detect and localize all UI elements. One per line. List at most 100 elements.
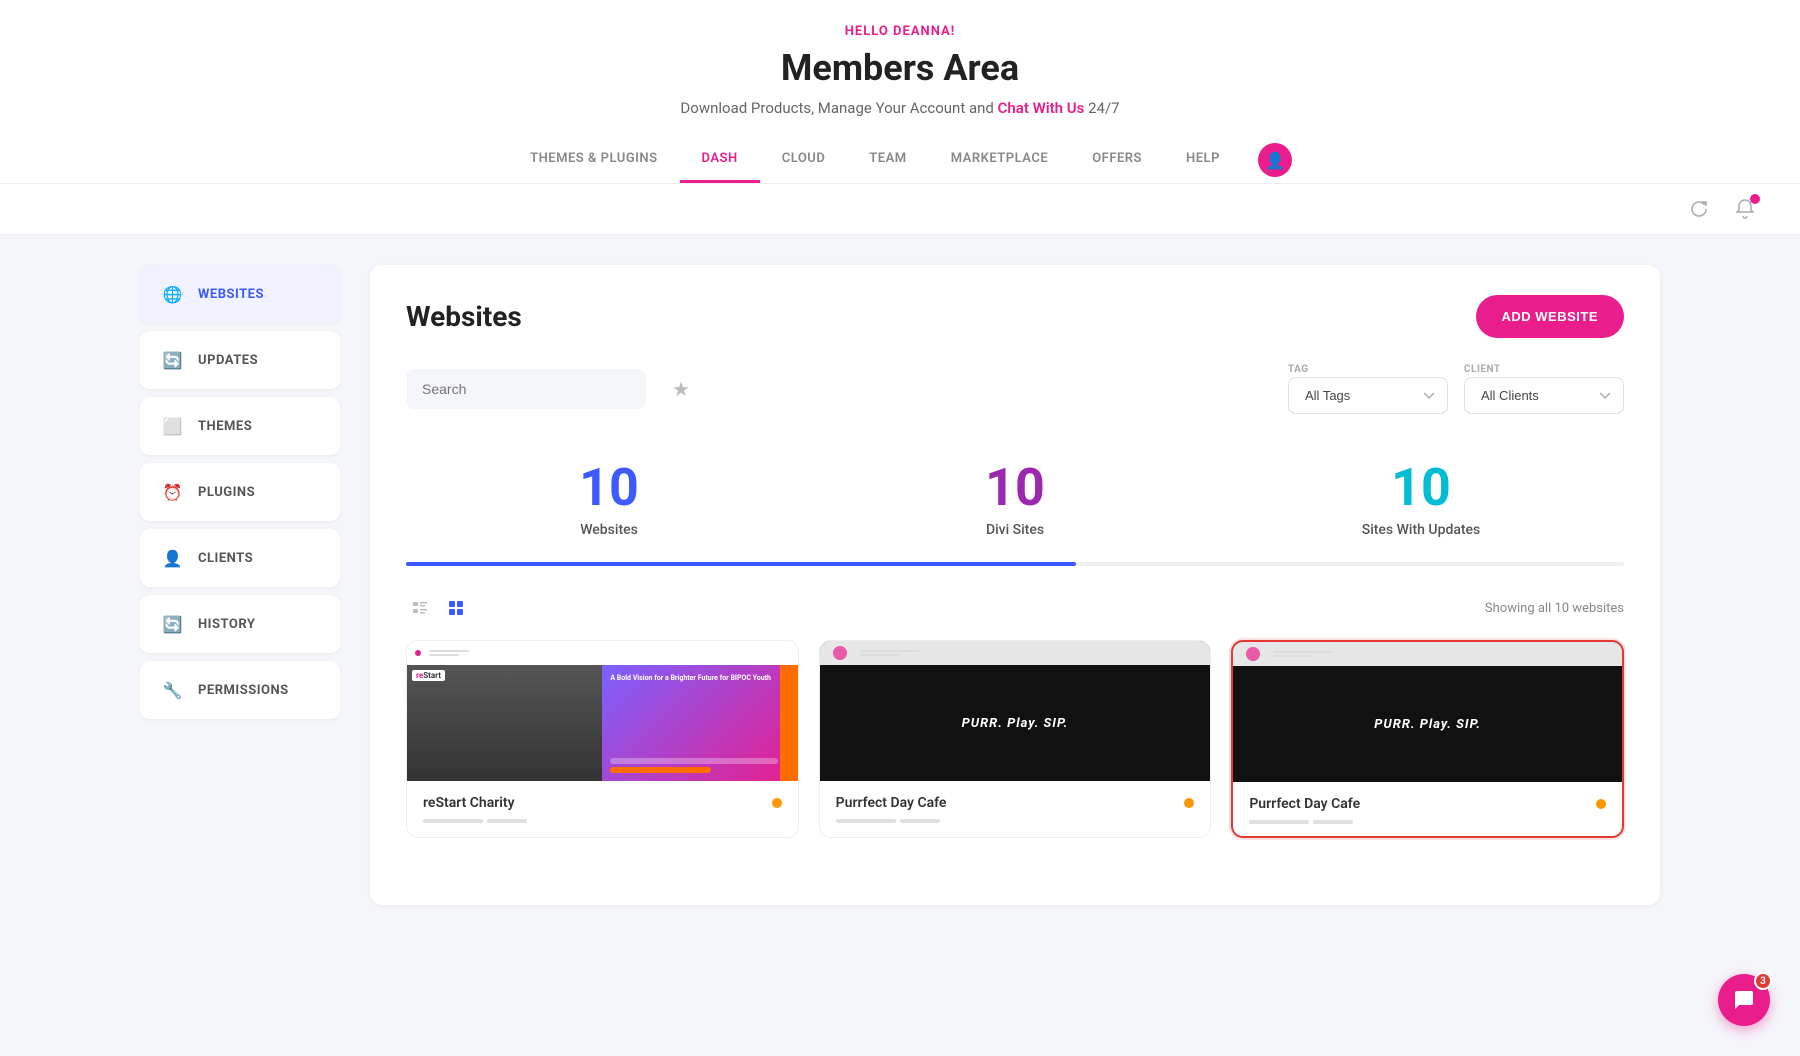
sidebar-item-history[interactable]: 🔄 HISTORY [140, 595, 340, 653]
chat-widget[interactable]: 3 [1718, 974, 1770, 1026]
nav-item-dash[interactable]: DASH [680, 137, 760, 183]
sidebar-item-plugins[interactable]: ⏰ PLUGINS [140, 463, 340, 521]
tag-filter-select[interactable]: All Tags [1288, 377, 1448, 414]
site-thumbnail-restart: reStart A Bold Vision for a Brighter Fut… [407, 641, 798, 781]
globe-icon: 🌐 [162, 283, 184, 305]
notification-badge [1750, 194, 1760, 204]
site-thumbnail-purr-1: PURR. Play. SIP. [820, 641, 1211, 781]
client-filter-group: CLIENT All Clients [1464, 364, 1624, 414]
stat-divi-number: 10 [812, 462, 1218, 514]
chat-link[interactable]: Chat With Us [998, 99, 1085, 117]
site-bars-purr-1 [836, 819, 1195, 823]
clients-icon: 👤 [162, 547, 184, 569]
nav-item-offers[interactable]: OFFERS [1070, 137, 1164, 183]
stat-websites: 10 Websites [406, 442, 812, 562]
page-header: HELLO DEANNA! Members Area Download Prod… [0, 0, 1800, 184]
sidebar-item-updates[interactable]: 🔄 UPDATES [140, 331, 340, 389]
sidebar-item-permissions[interactable]: 🔧 PERMISSIONS [140, 661, 340, 719]
subtitle-before: Download Products, Manage Your Account a… [680, 99, 997, 117]
nav-item-cloud[interactable]: CLOUD [760, 137, 848, 183]
main-nav: THEMES & PLUGINS DASH CLOUD TEAM MARKETP… [0, 137, 1800, 183]
site-card-restart[interactable]: reStart A Bold Vision for a Brighter Fut… [406, 640, 799, 838]
sidebar-label-websites: WEBSITES [198, 287, 264, 302]
restart-text-area: A Bold Vision for a Brighter Future for … [602, 665, 797, 781]
add-website-button[interactable]: ADD WEBSITE [1476, 295, 1625, 338]
site-thumbnail-purr-2: PURR. Play. SIP. [1233, 642, 1622, 782]
chat-icon [1732, 988, 1756, 1012]
site-name-restart: reStart Charity [423, 795, 515, 811]
site-status-dot-purr-1 [1184, 798, 1194, 808]
toolbar [0, 184, 1800, 235]
sidebar-label-clients: CLIENTS [198, 551, 253, 566]
thumb-lines [429, 650, 469, 656]
list-view-icon [412, 600, 428, 616]
site-info-purr-1: Purrfect Day Cafe [820, 781, 1211, 835]
search-input[interactable] [406, 369, 646, 409]
thumb-lines-3 [1273, 651, 1333, 657]
thumb-line-6 [1273, 655, 1313, 657]
site-name-purr-2: Purrfect Day Cafe [1249, 796, 1360, 812]
sidebar-label-updates: UPDATES [198, 353, 258, 368]
user-avatar[interactable]: 👤 [1258, 143, 1292, 177]
list-view-toggle[interactable] [406, 594, 434, 622]
tag-filter-label: TAG [1288, 364, 1448, 375]
view-toggles [406, 594, 470, 622]
site-status-dot-restart [772, 798, 782, 808]
filters-row: ★ TAG All Tags CLIENT All Clients [406, 364, 1624, 414]
sidebar-item-clients[interactable]: 👤 CLIENTS [140, 529, 340, 587]
stat-websites-number: 10 [406, 462, 812, 514]
purr-logo-thumb [828, 646, 852, 660]
sidebar-item-websites[interactable]: 🌐 WEBSITES [140, 265, 340, 323]
stat-updates: 10 Sites With Updates [1218, 442, 1624, 562]
site-card-purr-1[interactable]: PURR. Play. SIP. Purrfect Day Cafe [819, 640, 1212, 838]
site-status-dot-purr-2 [1596, 799, 1606, 809]
thumb-line-3 [860, 650, 920, 652]
restart-bold-text: A Bold Vision for a Brighter Future for … [610, 673, 789, 684]
purr-thumbnail-bg-1: PURR. Play. SIP. [820, 641, 1211, 781]
favorites-filter-button[interactable]: ★ [662, 370, 700, 408]
chat-badge: 3 [1754, 972, 1772, 990]
progress-bar-fill [406, 562, 1076, 566]
site-bar-3 [836, 819, 896, 823]
grid-view-toggle[interactable] [442, 594, 470, 622]
purr-logo-circle [833, 646, 847, 660]
sidebar-label-history: HISTORY [198, 617, 255, 632]
thumb-overlay-bar [407, 641, 798, 665]
permissions-icon: 🔧 [162, 679, 184, 701]
orange-bar [780, 665, 798, 781]
nav-item-themes-plugins[interactable]: THEMES & PLUGINS [508, 137, 679, 183]
sidebar-item-themes[interactable]: ⬜ THEMES [140, 397, 340, 455]
restart-thumbnail-bg: reStart A Bold Vision for a Brighter Fut… [407, 641, 798, 781]
nav-item-help[interactable]: HELP [1164, 137, 1242, 183]
sidebar-label-themes: THEMES [198, 419, 252, 434]
client-filter-select[interactable]: All Clients [1464, 377, 1624, 414]
refresh-icon [1690, 200, 1708, 218]
site-bar-6 [1313, 820, 1353, 824]
site-bar-4 [900, 819, 940, 823]
nav-item-marketplace[interactable]: MARKETPLACE [929, 137, 1071, 183]
sidebar: 🌐 WEBSITES 🔄 UPDATES ⬜ THEMES ⏰ PLUGINS … [140, 265, 340, 905]
thumb-dots [415, 650, 421, 656]
site-bar-5 [1249, 820, 1309, 824]
thumb-line-1 [429, 650, 469, 652]
sidebar-label-plugins: PLUGINS [198, 485, 255, 500]
site-info-restart: reStart Charity [407, 781, 798, 835]
nav-item-team[interactable]: TEAM [847, 137, 928, 183]
restart-cta-bar-2 [610, 767, 710, 773]
progress-bar [406, 562, 1624, 566]
restart-person-area: reStart [407, 665, 602, 781]
refresh-button[interactable] [1684, 194, 1714, 224]
content-title: Websites [406, 300, 522, 333]
site-name-purr-1: Purrfect Day Cafe [836, 795, 947, 811]
grid-view-icon [448, 600, 464, 616]
history-icon: 🔄 [162, 613, 184, 635]
thumb-line-2 [429, 654, 459, 656]
notification-button[interactable] [1730, 194, 1760, 224]
thumb-line-4 [860, 654, 900, 656]
header-subtitle: Download Products, Manage Your Account a… [0, 99, 1800, 117]
site-card-purr-2[interactable]: PURR. Play. SIP. Purrfect Day Cafe [1231, 640, 1624, 838]
purr-thumbnail-bg-2: PURR. Play. SIP. [1233, 642, 1622, 782]
restart-cta-bar-1 [610, 758, 777, 764]
purr-logo-thumb-2 [1241, 647, 1265, 661]
purr-logo-circle-2 [1246, 647, 1260, 661]
